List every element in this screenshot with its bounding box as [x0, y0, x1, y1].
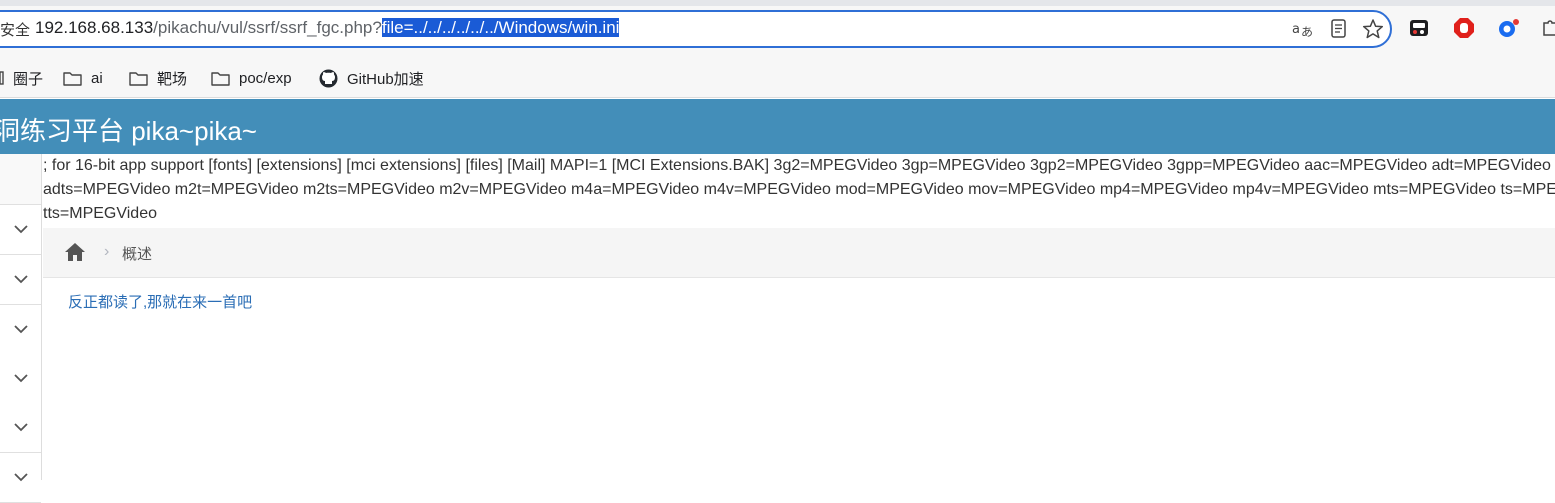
github-icon [319, 69, 338, 87]
svg-text:a: a [1292, 22, 1300, 37]
url-text[interactable]: 192.168.68.133/pikachu/vul/ssrf/ssrf_fgc… [35, 18, 620, 38]
folder-icon [0, 71, 4, 85]
breadcrumb: › 概述 [43, 228, 1555, 278]
bookmark-github[interactable]: GitHub加速 [319, 67, 424, 89]
folder-icon [211, 72, 230, 86]
breadcrumb-separator: › [104, 243, 110, 260]
adblock-icon[interactable] [1453, 17, 1475, 39]
sidebar-menu-item[interactable] [0, 453, 41, 503]
url-selected-query: file=../../../../../../Windows/win.ini [381, 18, 620, 37]
svg-text:あ: あ [1301, 25, 1313, 39]
favorite-star-icon[interactable] [1361, 17, 1385, 41]
navbar-header: 洞练习平台 pika~pika~ [0, 99, 1555, 154]
bookmark-folder-ai[interactable]: ai [63, 67, 103, 89]
sidebar-menu-item[interactable] [0, 255, 41, 305]
bookmark-label: poc/exp [239, 69, 292, 87]
sidebar-menu-item[interactable] [0, 305, 41, 355]
reader-mode-icon[interactable] [1327, 17, 1351, 41]
file-output: ; for 16-bit app support [fonts] [extens… [43, 154, 1555, 226]
sidebar [0, 154, 42, 503]
url-host: 192.168.68.133 [35, 18, 154, 37]
sidebar-menu-item[interactable] [0, 354, 41, 404]
sidebar-menu-item[interactable] [0, 205, 41, 255]
bookmark-label: 靶场 [157, 70, 188, 88]
platform-title[interactable]: 洞练习平台 pika~pika~ [0, 111, 257, 148]
tab-strip-edge [0, 0, 1555, 6]
output-line: ; for 16-bit app support [fonts] [extens… [43, 157, 1551, 174]
read-aloud-icon[interactable]: aあ [1291, 17, 1315, 41]
bookmark-folder-range[interactable]: 靶场 [129, 67, 187, 89]
bookmark-label: ai [91, 69, 103, 87]
bookmark-folder-poc-exp[interactable]: poc/exp [211, 67, 292, 89]
chevron-down-icon [13, 275, 28, 284]
chevron-down-icon [13, 423, 28, 432]
bookmark-label: GitHub加速 [347, 70, 424, 88]
extensions-puzzle-icon[interactable] [1541, 17, 1555, 39]
bookmarks-bar: 圈子 ai 靶场 poc/exp GitHub加速 [0, 60, 1555, 98]
folder-icon [63, 72, 82, 86]
chevron-down-icon [13, 225, 28, 234]
chevron-down-icon [13, 374, 28, 383]
copilot-icon[interactable] [1497, 17, 1519, 39]
url-path: /pikachu/vul/ssrf/ssrf_fgc.php? [153, 18, 382, 37]
sidebar-shortcuts [0, 154, 41, 205]
poem-link[interactable]: 反正都读了,那就在来一首吧 [68, 291, 252, 312]
chevron-down-icon [13, 325, 28, 334]
bookmark-label: 圈子 [13, 70, 44, 88]
output-line: adts=MPEGVideo m2t=MPEGVideo m2ts=MPEGVi… [43, 181, 1555, 198]
security-indicator[interactable]: 安全 [0, 19, 30, 40]
home-icon[interactable] [64, 242, 86, 262]
browser-toolbar: 安全 192.168.68.133/pikachu/vul/ssrf/ssrf_… [0, 0, 1555, 60]
extension-icon[interactable] [1408, 17, 1430, 39]
sidebar-menu-item[interactable] [0, 403, 41, 453]
bookmark-folder-quanzi[interactable]: 圈子 [0, 67, 43, 89]
folder-icon [129, 72, 148, 86]
breadcrumb-current: 概述 [122, 246, 153, 263]
output-line: tts=MPEGVideo [43, 205, 157, 222]
chevron-down-icon [13, 473, 28, 482]
